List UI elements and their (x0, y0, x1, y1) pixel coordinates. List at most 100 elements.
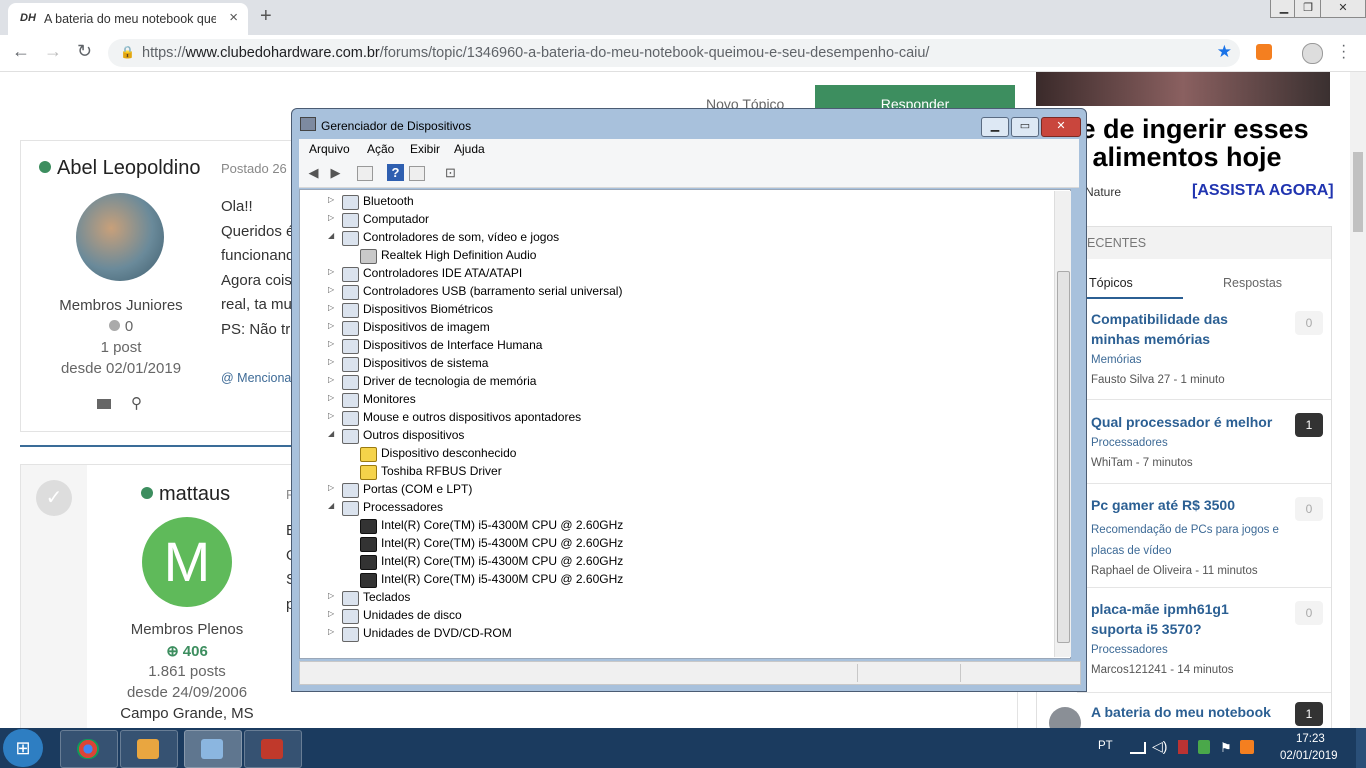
window-title: Gerenciador de Dispositivos (321, 119, 472, 133)
avatar[interactable]: M (142, 517, 232, 607)
topic-item[interactable]: Qual processador é melhor Processadores … (1091, 412, 1291, 469)
properties-icon[interactable] (357, 166, 373, 181)
menu-ajuda[interactable]: Ajuda (454, 142, 485, 156)
expand-icon[interactable]: ▷ (328, 357, 334, 366)
window-titlebar[interactable]: Gerenciador de Dispositivos ▁ ▭ ✕ (292, 109, 1086, 139)
device-category-icon (342, 411, 359, 426)
flag-icon[interactable]: ⚑ (1220, 740, 1232, 756)
tree-label: Dispositivos de Interface Humana (363, 338, 543, 352)
network-icon[interactable] (1130, 742, 1146, 754)
expand-icon[interactable]: ▷ (328, 483, 334, 492)
expand-icon[interactable]: ▷ (328, 627, 334, 636)
tree-label: Dispositivos de sistema (363, 356, 489, 370)
toolbox-icon (261, 739, 283, 759)
collapse-icon[interactable]: ◢ (328, 429, 334, 438)
expand-icon[interactable]: ▷ (328, 285, 334, 294)
menu-kebab-icon[interactable]: · · · (1341, 38, 1346, 66)
expand-icon[interactable]: ▷ (328, 195, 334, 204)
ad-headline[interactable]: re de ingerir esses (1070, 114, 1309, 145)
show-desktop-button[interactable] (1356, 728, 1366, 768)
minimize-button[interactable]: ▁ (981, 117, 1009, 137)
back-arrow-icon[interactable]: ◀ (305, 164, 322, 181)
expand-icon[interactable]: ▷ (328, 591, 334, 600)
topic-item[interactable]: Compatibilidade das minhas memórias Memó… (1091, 309, 1271, 386)
device-category-icon (342, 393, 359, 408)
scrollbar-thumb[interactable] (1353, 152, 1363, 232)
toolbox-taskbar-button[interactable] (244, 730, 302, 768)
tree-label: Controladores IDE ATA/ATAPI (363, 266, 523, 280)
ad-headline-2[interactable]: 3 alimentos hoje (1070, 142, 1282, 173)
language-indicator[interactable]: PT (1098, 740, 1113, 752)
new-tab-button[interactable]: + (260, 5, 272, 28)
start-button[interactable]: ⊞ (3, 729, 43, 767)
tab-topicos[interactable]: Tópicos (1089, 276, 1133, 290)
expand-icon[interactable]: ▷ (328, 411, 334, 420)
forward-arrow-icon[interactable]: ▶ (327, 164, 344, 181)
clock-time[interactable]: 17:23 (1296, 733, 1325, 745)
bookmark-star-icon[interactable]: ★ (1217, 42, 1232, 62)
divider (1077, 692, 1331, 693)
device-category-icon (342, 213, 359, 228)
security-icon[interactable] (1198, 740, 1210, 754)
reload-button[interactable]: ↻ (77, 41, 92, 62)
antivirus-icon[interactable] (1178, 740, 1188, 754)
chrome-icon (77, 739, 99, 759)
back-button[interactable]: ← (12, 41, 30, 62)
tab-close-icon[interactable]: × (229, 9, 238, 26)
page-scrollbar[interactable] (1350, 72, 1366, 728)
avast-icon[interactable] (1240, 740, 1254, 754)
close-button[interactable]: ✕ (1041, 117, 1081, 137)
collapse-icon[interactable]: ◢ (328, 501, 334, 510)
search-icon[interactable]: ⚲ (131, 394, 142, 412)
topic-item[interactable]: placa-mãe ipmh61g1 suporta i5 3570? Proc… (1091, 599, 1241, 676)
avatar[interactable] (76, 193, 164, 281)
collapse-icon[interactable]: ◢ (328, 231, 334, 240)
menu-exibir[interactable]: Exibir (410, 142, 440, 156)
post-author[interactable]: mattaus (141, 483, 230, 506)
menu-arquivo[interactable]: Arquivo (309, 142, 350, 156)
message-icon[interactable] (97, 399, 111, 409)
expand-icon[interactable]: ▷ (328, 375, 334, 384)
tree-scrollbar[interactable] (1054, 191, 1071, 657)
reputation-badge: 0 (41, 318, 201, 335)
topic-item[interactable]: A bateria do meu notebook (1091, 702, 1291, 722)
tab-respostas[interactable]: Respostas (1223, 276, 1282, 290)
expand-icon[interactable]: ▷ (328, 213, 334, 222)
expand-icon[interactable]: ▷ (328, 321, 334, 330)
scrollbar-thumb[interactable] (1057, 271, 1070, 643)
expand-icon[interactable]: ▷ (328, 303, 334, 312)
device-tree[interactable]: ▷ Bluetooth ▷ Computador ◢ Controladores de s… (299, 189, 1071, 659)
expand-icon[interactable]: ▷ (328, 339, 334, 348)
forward-button[interactable]: → (44, 41, 62, 62)
media-player-taskbar-button[interactable] (120, 730, 178, 768)
close-button[interactable]: ✕ (1320, 0, 1366, 18)
view-icon[interactable] (409, 166, 425, 181)
ad-source: Nature (1085, 185, 1122, 199)
online-status-icon (141, 487, 153, 499)
extension-icon[interactable] (1256, 44, 1272, 60)
chrome-taskbar-button[interactable] (60, 730, 118, 768)
restore-button[interactable]: ❐ (1294, 0, 1322, 18)
device-manager-window: Gerenciador de Dispositivos ▁ ▭ ✕ Arquiv… (291, 108, 1087, 692)
browser-tab[interactable]: DH A bateria do meu notebook queimou e s… (8, 3, 248, 35)
ad-image[interactable] (1036, 72, 1330, 106)
expand-icon[interactable]: ▷ (328, 267, 334, 276)
scan-hardware-icon[interactable]: ⊡ (442, 164, 459, 181)
ad-cta-link[interactable]: [ASSISTA AGORA] (1192, 182, 1334, 200)
maximize-button[interactable]: ▭ (1011, 117, 1039, 137)
tree-label: Outros dispositivos (363, 428, 465, 442)
device-category-icon (342, 501, 359, 516)
expand-icon[interactable]: ▷ (328, 609, 334, 618)
profile-avatar-icon[interactable] (1302, 43, 1323, 64)
volume-icon[interactable]: ◁) (1152, 738, 1167, 755)
help-icon[interactable]: ? (387, 164, 404, 181)
menu-acao[interactable]: Ação (367, 142, 394, 156)
device-manager-taskbar-button[interactable] (184, 730, 242, 768)
clock-date[interactable]: 02/01/2019 (1280, 750, 1338, 762)
expand-icon[interactable]: ▷ (328, 393, 334, 402)
post-author[interactable]: Abel Leopoldino (39, 157, 200, 180)
reply-count: 0 (1295, 311, 1323, 335)
mention-link[interactable]: @ Menciona (221, 371, 291, 385)
address-bar[interactable]: 🔒 https://www.clubedohardware.com.br/for… (108, 39, 1240, 67)
topic-item[interactable]: Pc gamer até R$ 3500 Recomendação de PCs… (1091, 495, 1281, 577)
